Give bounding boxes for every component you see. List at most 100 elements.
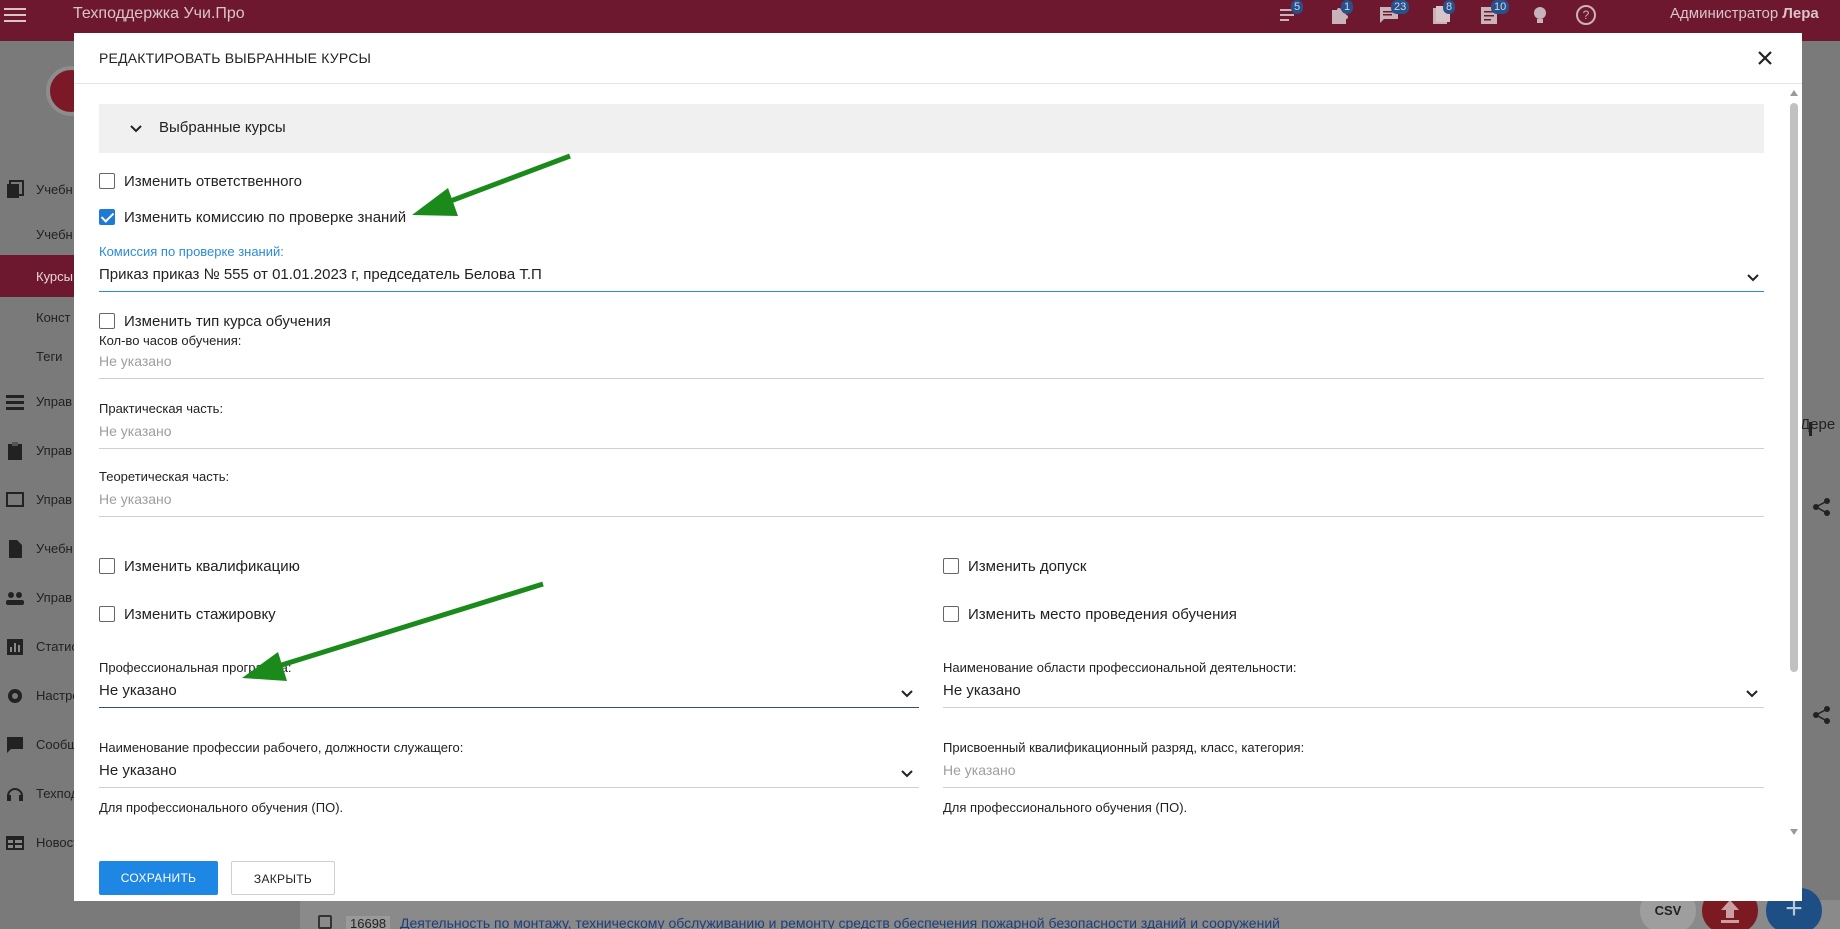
tasks-badge: 5 [1291, 0, 1304, 14]
file-icon [9, 540, 22, 558]
puzzle-badge: 1 [1341, 0, 1354, 14]
sidebar-item-settings[interactable]: Настро [0, 676, 75, 716]
prof-program-value: Не указано [99, 682, 177, 699]
sidebar-item-news[interactable]: Новост [0, 823, 75, 863]
chevron-down-icon [901, 770, 913, 778]
help-icon[interactable]: ? [1575, 4, 1599, 28]
sidebar-item-manage-1[interactable]: Управ [0, 382, 75, 422]
headset-icon [7, 788, 23, 801]
user-info[interactable]: Администратор Лера [1670, 5, 1819, 22]
profession-note: Для профессионального обучения (ПО). [99, 800, 344, 815]
dialog-scrollbar[interactable] [1787, 85, 1801, 840]
save-button[interactable]: СОХРАНИТЬ [99, 861, 218, 895]
lightbulb-icon[interactable] [1530, 4, 1554, 28]
table-icon [6, 836, 24, 850]
sidebar-subitem-tags[interactable]: Теги [36, 349, 62, 364]
close-button[interactable]: ЗАКРЫТЬ [231, 861, 335, 895]
app-title: Техподдержка Учи.Про [73, 5, 245, 22]
close-icon[interactable] [1754, 47, 1776, 69]
rank-input[interactable]: Не указано [943, 762, 1764, 788]
chevron-down-icon [901, 690, 913, 698]
prof-program-field: Профессиональная программа: Не указано [99, 660, 919, 710]
rank-label: Присвоенный квалификационный разряд, кла… [943, 740, 1305, 755]
prof-program-label: Профессиональная программа: [99, 660, 292, 675]
change-course-type-checkbox[interactable]: Изменить тип курса обучения [99, 310, 331, 332]
commission-select[interactable]: Приказ приказ № 555 от 01.01.2023 г, пре… [99, 266, 1764, 292]
checkbox[interactable] [99, 173, 115, 189]
row-checkbox[interactable] [318, 915, 332, 929]
sidebar-subitem[interactable]: Учебн [36, 227, 73, 242]
row-title-link[interactable]: Деятельность по монтажу, техническому об… [400, 915, 1280, 929]
practical-field: Практическая часть: Не указано [99, 401, 1764, 451]
profession-label: Наименование профессии рабочего, должнос… [99, 740, 464, 755]
sidebar-item-study[interactable]: Учебн [0, 529, 75, 569]
sidebar-item-training[interactable]: Учебн [0, 170, 75, 210]
share-icon[interactable] [1812, 705, 1832, 725]
profession-select[interactable]: Не указано [99, 762, 919, 788]
hours-input[interactable]: Не указано [99, 353, 1764, 379]
prof-area-value: Не указано [943, 682, 1021, 699]
scroll-up-arrow-icon[interactable] [1790, 90, 1798, 96]
user-name: Лера [1782, 5, 1819, 22]
scroll-down-arrow-icon[interactable] [1790, 829, 1798, 835]
prof-area-select[interactable]: Не указано [943, 682, 1764, 708]
sidebar-item-statistics[interactable]: Статис [0, 627, 75, 667]
dialog-body: Выбранные курсы Изменить ответственного … [74, 85, 1784, 840]
prof-program-select[interactable]: Не указано [99, 682, 919, 708]
change-responsible-checkbox[interactable]: Изменить ответственного [99, 170, 302, 192]
change-commission-checkbox[interactable]: Изменить комиссию по проверке знаний [99, 206, 406, 228]
sidebar-item-messages[interactable]: Сообщ [0, 725, 75, 765]
change-qualification-checkbox[interactable]: Изменить квалификацию [99, 555, 300, 577]
checkbox[interactable] [99, 313, 115, 329]
sidebar-item-support[interactable]: Техпод [0, 774, 75, 814]
sidebar-item-users[interactable]: Управ [0, 578, 75, 618]
sidebar-item-manage-2[interactable]: Управ [0, 431, 75, 471]
change-location-checkbox[interactable]: Изменить место проведения обучения [943, 603, 1237, 625]
chevron-down-icon [130, 125, 142, 133]
chevron-down-icon [1746, 690, 1758, 698]
dialog-title: РЕДАКТИРОВАТЬ ВЫБРАННЫЕ КУРСЫ [99, 50, 372, 66]
checkbox[interactable] [99, 558, 115, 574]
practical-input[interactable]: Не указано [99, 423, 1764, 449]
documents-badge: 8 [1443, 0, 1456, 14]
commission-label: Комиссия по проверке знаний: [99, 244, 284, 259]
list-badge: 10 [1491, 0, 1510, 14]
scrollbar-thumb[interactable] [1790, 103, 1798, 672]
share-icon[interactable] [1812, 497, 1832, 517]
theoretical-input[interactable]: Не указано [99, 491, 1764, 517]
sidebar-item-manage-3[interactable]: Управ [0, 480, 75, 520]
checkbox[interactable] [99, 606, 115, 622]
messages-icon[interactable]: 23 [1378, 0, 1410, 28]
sidebar-subitem-constructor[interactable]: Конст [36, 310, 70, 325]
chat-icon [7, 737, 23, 753]
cast-icon [6, 492, 24, 507]
menu-icon[interactable] [4, 4, 26, 26]
change-internship-checkbox[interactable]: Изменить стажировку [99, 603, 276, 625]
prof-area-field: Наименование области профессиональной де… [943, 660, 1764, 710]
library-icon [7, 180, 24, 198]
documents-icon[interactable]: 8 [1430, 0, 1456, 28]
selected-courses-accordion[interactable]: Выбранные курсы [99, 104, 1764, 153]
list-icon[interactable]: 10 [1478, 0, 1510, 28]
prof-area-label: Наименование области профессиональной де… [943, 660, 1297, 675]
change-admission-checkbox[interactable]: Изменить допуск [943, 555, 1086, 577]
checkbox-checked[interactable] [99, 209, 115, 225]
rank-field: Присвоенный квалификационный разряд, кла… [943, 740, 1764, 820]
rank-note: Для профессионального обучения (ПО). [943, 800, 1188, 815]
chart-icon [7, 639, 23, 655]
background-tree-label: Дере [1800, 416, 1836, 433]
chevron-down-icon [1747, 274, 1759, 282]
puzzle-icon[interactable]: 1 [1328, 0, 1354, 28]
commission-field: Комиссия по проверке знаний: Приказ прик… [99, 244, 1764, 294]
theoretical-field: Теоретическая часть: Не указано [99, 469, 1764, 519]
people-icon [6, 592, 24, 605]
user-role: Администратор [1670, 5, 1779, 22]
svg-text:?: ? [1583, 8, 1590, 22]
list-icon [6, 395, 24, 410]
checkbox[interactable] [943, 558, 959, 574]
tasks-icon[interactable]: 5 [1278, 0, 1304, 28]
checkbox[interactable] [943, 606, 959, 622]
profession-field: Наименование профессии рабочего, должнос… [99, 740, 919, 820]
sidebar-subitem-courses[interactable]: Курсы [0, 255, 75, 297]
practical-label: Практическая часть: [99, 401, 224, 416]
